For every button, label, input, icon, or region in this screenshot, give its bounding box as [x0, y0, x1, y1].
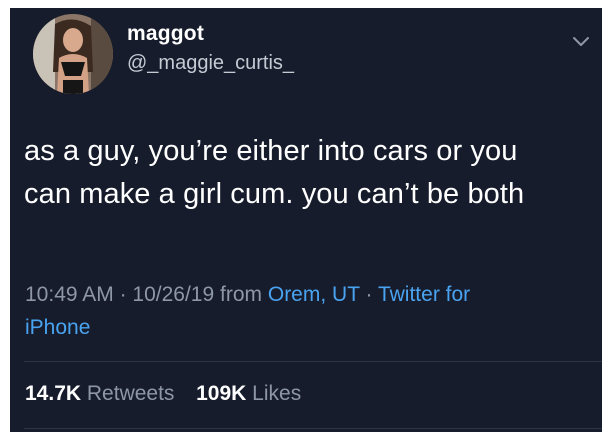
- source-link[interactable]: Twitter for: [378, 283, 470, 306]
- retweets-label[interactable]: Retweets: [87, 382, 175, 405]
- display-name[interactable]: maggot: [127, 22, 204, 46]
- retweets-count[interactable]: 14.7K: [25, 382, 81, 405]
- separator: ·: [119, 283, 127, 306]
- likes-count[interactable]: 109K: [196, 382, 246, 405]
- user-handle[interactable]: @_maggie_curtis_: [127, 52, 294, 75]
- chevron-down-icon[interactable]: [570, 30, 592, 52]
- tweet-text-line: as a guy, you’re either into cars or you: [24, 135, 518, 167]
- tweet-date: 10/26/19: [132, 283, 215, 306]
- divider: [24, 361, 602, 362]
- source-link[interactable]: iPhone: [25, 316, 90, 339]
- tweet-metadata: 10:49 AM · 10/26/19 from Orem, UT · Twit…: [25, 278, 585, 344]
- location-link[interactable]: Orem, UT: [268, 283, 360, 306]
- from-label: from: [220, 283, 263, 306]
- screenshot-frame: maggot @_maggie_curtis_ as a guy, you’re…: [0, 0, 610, 436]
- tweet-text-line: can make a girl cum. you can’t be both: [24, 178, 525, 210]
- separator: ·: [365, 283, 373, 306]
- metadata-line: 10:49 AM · 10/26/19 from Orem, UT · Twit…: [25, 278, 585, 311]
- avatar[interactable]: [33, 14, 113, 94]
- likes-label[interactable]: Likes: [252, 382, 301, 405]
- tweet-text: as a guy, you’re either into cars or you…: [24, 130, 594, 216]
- tweet-card: maggot @_maggie_curtis_ as a guy, you’re…: [10, 8, 602, 432]
- tweet-stats: 14.7K Retweets 109K Likes: [25, 382, 301, 406]
- metadata-line: iPhone: [25, 311, 585, 344]
- tweet-time: 10:49 AM: [25, 283, 114, 306]
- divider: [24, 428, 602, 429]
- avatar-photo: [33, 14, 113, 94]
